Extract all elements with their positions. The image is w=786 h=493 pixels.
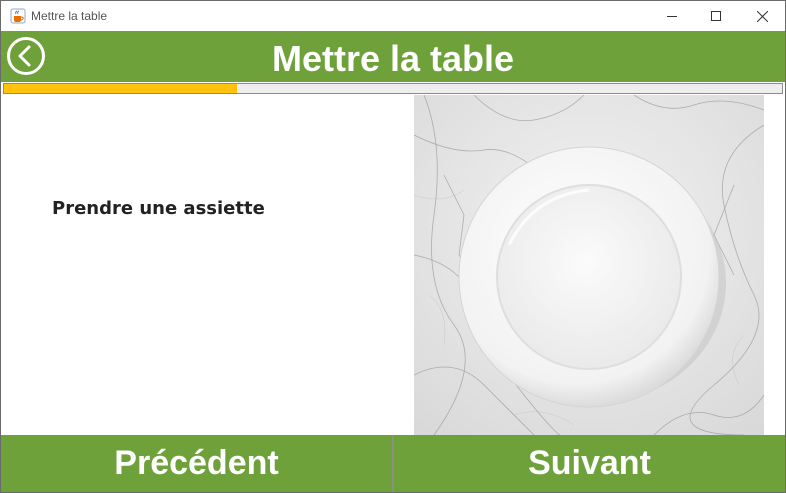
minimize-icon bbox=[667, 11, 677, 21]
maximize-icon bbox=[711, 11, 721, 21]
navigation-bar: Précédent Suivant bbox=[1, 435, 785, 492]
header-bar: Mettre la table bbox=[1, 31, 785, 82]
page-title: Mettre la table bbox=[271, 38, 515, 79]
close-button[interactable] bbox=[739, 1, 785, 31]
maximize-button[interactable] bbox=[693, 1, 739, 31]
step-instruction: Prendre une assiette bbox=[52, 198, 265, 219]
next-button[interactable]: Suivant bbox=[394, 435, 785, 492]
app-window: Mettre la table Mettre la table Prendre … bbox=[0, 0, 786, 493]
minimize-button[interactable] bbox=[649, 1, 695, 31]
java-cup-icon bbox=[10, 8, 26, 24]
previous-button[interactable]: Précédent bbox=[1, 435, 392, 492]
plate-photo bbox=[414, 95, 764, 435]
close-icon bbox=[756, 10, 768, 22]
window-title: Mettre la table bbox=[31, 9, 108, 23]
step-progress-bar bbox=[3, 83, 783, 94]
title-bar: Mettre la table bbox=[1, 1, 785, 31]
progress-fill bbox=[4, 84, 238, 93]
